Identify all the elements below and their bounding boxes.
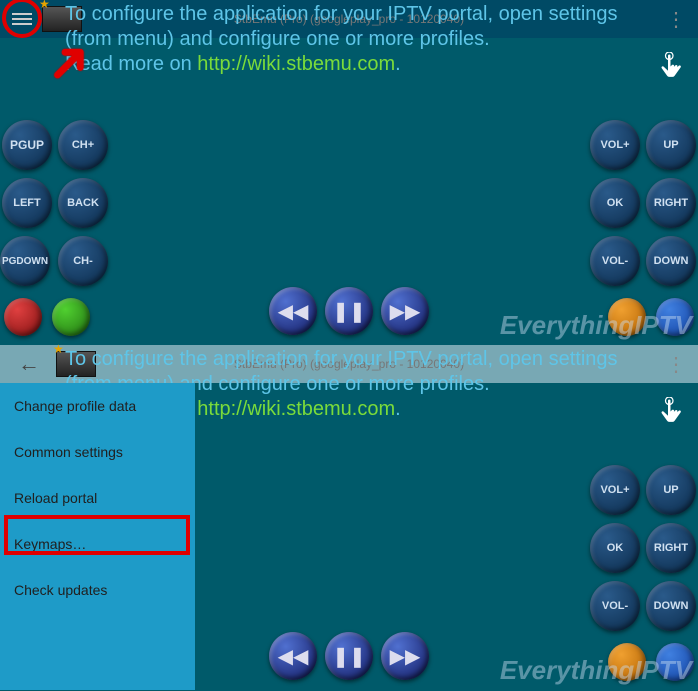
blue-button[interactable] xyxy=(656,643,694,681)
side-menu: Change profile data Common settings Relo… xyxy=(0,383,195,690)
green-button[interactable] xyxy=(52,298,90,336)
touch-pointer-icon[interactable] xyxy=(658,52,688,82)
info-line1: To configure the application for your IP… xyxy=(65,3,618,25)
back-button[interactable]: BACK xyxy=(58,178,108,228)
info-text: To configure the application for your IP… xyxy=(65,2,658,77)
back-arrow-icon[interactable]: ← xyxy=(10,351,48,377)
right-button[interactable]: RIGHT xyxy=(646,523,696,573)
fastforward-button[interactable]: ▶▶ xyxy=(381,632,429,680)
overflow-menu-icon[interactable]: ⋮ xyxy=(666,352,686,377)
pgup-button[interactable]: PGUP xyxy=(2,120,52,170)
menu-item-check-updates[interactable]: Check updates xyxy=(0,567,195,613)
up-button[interactable]: UP xyxy=(646,120,696,170)
volplus-button[interactable]: VOL+ xyxy=(590,465,640,515)
volminus-button[interactable]: VOL- xyxy=(590,236,640,286)
blue-button[interactable] xyxy=(656,298,694,336)
volplus-button[interactable]: VOL+ xyxy=(590,120,640,170)
rewind-button[interactable]: ◀◀ xyxy=(269,632,317,680)
info-line2: (from menu) and configure one or more pr… xyxy=(65,28,490,50)
screenshot-bottom: To configure the application for your IP… xyxy=(0,345,698,690)
pgdown-button[interactable]: PGDOWN xyxy=(0,236,50,286)
orange-button[interactable] xyxy=(608,298,646,336)
chminus-button[interactable]: CH- xyxy=(58,236,108,286)
media-controls: ◀◀ ❚❚ ▶▶ xyxy=(269,287,429,335)
ok-button[interactable]: OK xyxy=(590,178,640,228)
volminus-button[interactable]: VOL- xyxy=(590,581,640,631)
overflow-menu-icon[interactable]: ⋮ xyxy=(666,7,686,32)
info-line3: Read more on xyxy=(65,53,197,75)
red-button[interactable] xyxy=(4,298,42,336)
right-button[interactable]: RIGHT xyxy=(646,178,696,228)
screenshot-top: To configure the application for your IP… xyxy=(0,0,698,345)
down-button[interactable]: DOWN xyxy=(646,581,696,631)
chplus-button[interactable]: CH+ xyxy=(58,120,108,170)
media-controls: ◀◀ ❚❚ ▶▶ xyxy=(269,632,429,680)
orange-button[interactable] xyxy=(608,643,646,681)
touch-pointer-icon[interactable] xyxy=(658,397,688,427)
menu-item-common-settings[interactable]: Common settings xyxy=(0,429,195,475)
down-button[interactable]: DOWN xyxy=(646,236,696,286)
menu-item-keymaps[interactable]: Keymaps… xyxy=(0,521,195,567)
left-button[interactable]: LEFT xyxy=(2,178,52,228)
up-button[interactable]: UP xyxy=(646,465,696,515)
menu-item-reload-portal[interactable]: Reload portal xyxy=(0,475,195,521)
fastforward-button[interactable]: ▶▶ xyxy=(381,287,429,335)
info-line1: To configure the application for your IP… xyxy=(65,348,618,370)
ok-button[interactable]: OK xyxy=(590,523,640,573)
hamburger-menu-icon[interactable] xyxy=(10,7,34,31)
info-link[interactable]: http://wiki.stbemu.com xyxy=(197,53,395,75)
rewind-button[interactable]: ◀◀ xyxy=(269,287,317,335)
pause-button[interactable]: ❚❚ xyxy=(325,287,373,335)
menu-item-profile-data[interactable]: Change profile data xyxy=(0,383,195,429)
info-link[interactable]: http://wiki.stbemu.com xyxy=(197,398,395,420)
pause-button[interactable]: ❚❚ xyxy=(325,632,373,680)
